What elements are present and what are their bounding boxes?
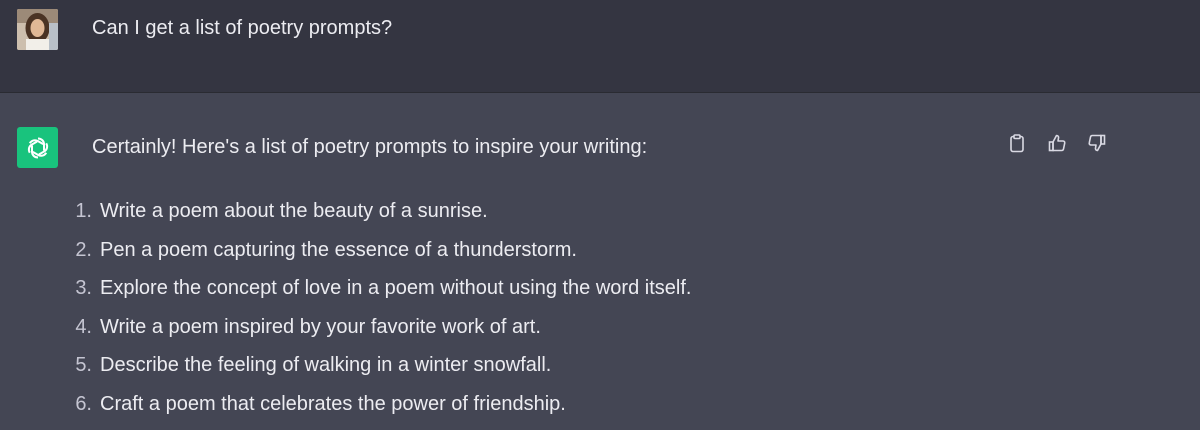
list-item: 5. Describe the feeling of walking in a … — [60, 353, 691, 392]
list-item: 6. Craft a poem that celebrates the powe… — [60, 392, 691, 430]
list-item: 3. Explore the concept of love in a poem… — [60, 276, 691, 315]
assistant-avatar — [17, 127, 58, 168]
thumbs-down-button[interactable] — [1086, 132, 1108, 154]
list-item-number: 2. — [60, 238, 100, 262]
assistant-message-row: Certainly! Here's a list of poetry promp… — [0, 93, 1200, 429]
copy-button[interactable] — [1006, 132, 1028, 154]
list-item-number: 5. — [60, 353, 100, 377]
user-message-text: Can I get a list of poetry prompts? — [92, 16, 392, 40]
list-item: 1. Write a poem about the beauty of a su… — [60, 199, 691, 238]
thumbs-up-icon — [1047, 133, 1067, 153]
list-item-text: Write a poem inspired by your favorite w… — [100, 315, 541, 339]
list-item-text: Explore the concept of love in a poem wi… — [100, 276, 691, 300]
list-item-text: Pen a poem capturing the essence of a th… — [100, 238, 577, 262]
assistant-intro-text: Certainly! Here's a list of poetry promp… — [92, 135, 647, 159]
user-photo-icon — [17, 9, 58, 50]
prompt-list: 1. Write a poem about the beauty of a su… — [60, 199, 691, 430]
list-item: 4. Write a poem inspired by your favorit… — [60, 315, 691, 354]
list-item: 2. Pen a poem capturing the essence of a… — [60, 238, 691, 277]
list-item-text: Describe the feeling of walking in a win… — [100, 353, 551, 377]
list-item-number: 4. — [60, 315, 100, 339]
user-message-row: Can I get a list of poetry prompts? — [0, 0, 1200, 93]
list-item-number: 6. — [60, 392, 100, 416]
clipboard-icon — [1007, 133, 1027, 153]
thumbs-up-button[interactable] — [1046, 132, 1068, 154]
openai-logo-icon — [24, 134, 52, 162]
message-actions — [1006, 131, 1108, 155]
list-item-number: 1. — [60, 199, 100, 223]
user-avatar — [17, 9, 58, 50]
list-item-text: Write a poem about the beauty of a sunri… — [100, 199, 488, 223]
list-item-text: Craft a poem that celebrates the power o… — [100, 392, 566, 416]
thumbs-down-icon — [1087, 133, 1107, 153]
list-item-number: 3. — [60, 276, 100, 300]
